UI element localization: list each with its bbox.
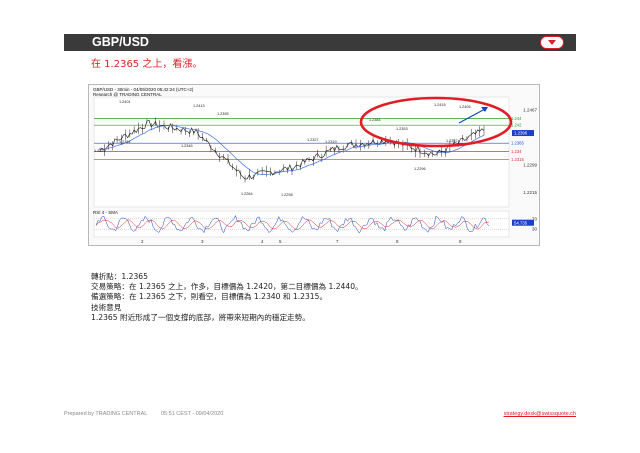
price-annotation: 1.2395 <box>217 112 229 116</box>
price-annotation: 1.2415 <box>434 103 446 107</box>
price-annotation: 1.2351 <box>119 140 131 144</box>
instrument-header: GBP/USD <box>64 34 576 51</box>
x-tick-label: 2 <box>141 239 144 244</box>
instrument-title: GBP/USD <box>92 35 149 49</box>
y-tick-label: 1.2467 <box>523 107 537 112</box>
headline: 在 1.2365 之上，看漲。 <box>91 59 203 70</box>
price-annotation: 1.2264 <box>241 192 253 196</box>
level-label-s2: 1.2315 <box>511 157 524 162</box>
price-annotation: 1.2384 <box>369 118 381 122</box>
price-chart: GBP/USD - 30min - 04/09/2020 05:42:24 (U… <box>88 84 540 246</box>
level-label-pivot: 1.2365 <box>511 141 524 146</box>
x-tick-label: 8 <box>396 239 399 244</box>
collapse-button[interactable] <box>540 36 564 49</box>
y-tick-label: 1.2299 <box>523 162 537 167</box>
price-annotation: 1.2357 <box>446 139 458 143</box>
footer-prepared: Prepared by TRADING CENTRAL <box>64 411 148 417</box>
technical-comment: 1.2365 附近形成了一個支撐的底部，將帶來短期內的穩定走勢。 <box>91 312 310 322</box>
trading-strategy: 交易策略：在 1.2365 之上，作多，目標價為 1.2420，第二目標價為 1… <box>91 282 363 292</box>
rsi-label: RSI 4 - SMA <box>93 210 119 215</box>
strategy-info: 轉折點：1.2365 交易策略：在 1.2365 之上，作多，目標價為 1.24… <box>91 272 363 323</box>
price-annotation: 1.2296 <box>414 167 426 171</box>
x-tick-label: 9 <box>459 239 462 244</box>
price-annotation: 1.2327 <box>307 138 319 142</box>
price-annotation: 1.2405 <box>459 105 471 109</box>
rsi-current-label: 54.735 <box>514 220 528 225</box>
rsi-tick-label: 30 <box>532 227 538 232</box>
price-annotation: 1.2329 <box>94 149 106 153</box>
price-annotation: 1.2298 <box>281 193 293 197</box>
price-annotation: 1.2413 <box>193 104 205 108</box>
y-tick-label: 1.2215 <box>523 190 537 195</box>
comment-title: 技術意見 <box>91 302 122 312</box>
level-label-s1: 1.234 <box>511 149 522 154</box>
alternative-strategy: 備選策略：在 1.2365 之下，則看空，目標價為 1.2340 和 1.231… <box>91 292 328 302</box>
price-annotation: 1.2353 <box>396 127 408 131</box>
footer-email-link[interactable]: strategy.desk@swissquote.ch <box>504 411 576 417</box>
x-tick-label: 7 <box>336 239 339 244</box>
x-tick-label: 4 <box>261 239 264 244</box>
x-tick-label: 3 <box>201 239 204 244</box>
price-annotation: 1.2401 <box>119 100 131 104</box>
price-panel <box>93 96 510 208</box>
chart-canvas: 1.244 1.242 1.2365 1.234 1.2315 1.2467 1.2299 1… <box>93 96 538 244</box>
pivot-point: 轉折點：1.2365 <box>91 272 148 281</box>
current-price-label: 1.2396 <box>514 131 528 136</box>
footer-timestamp: 05:51 CEST - 09/04/2020 <box>161 411 224 417</box>
chevron-down-icon <box>548 40 556 45</box>
level-label-r2: 1.244 <box>511 116 522 121</box>
level-label-r1: 1.242 <box>511 123 522 128</box>
price-annotation: 1.2346 <box>181 144 193 148</box>
price-annotation: 1.2319 <box>325 140 337 144</box>
x-tick-label: 5 <box>279 239 282 244</box>
